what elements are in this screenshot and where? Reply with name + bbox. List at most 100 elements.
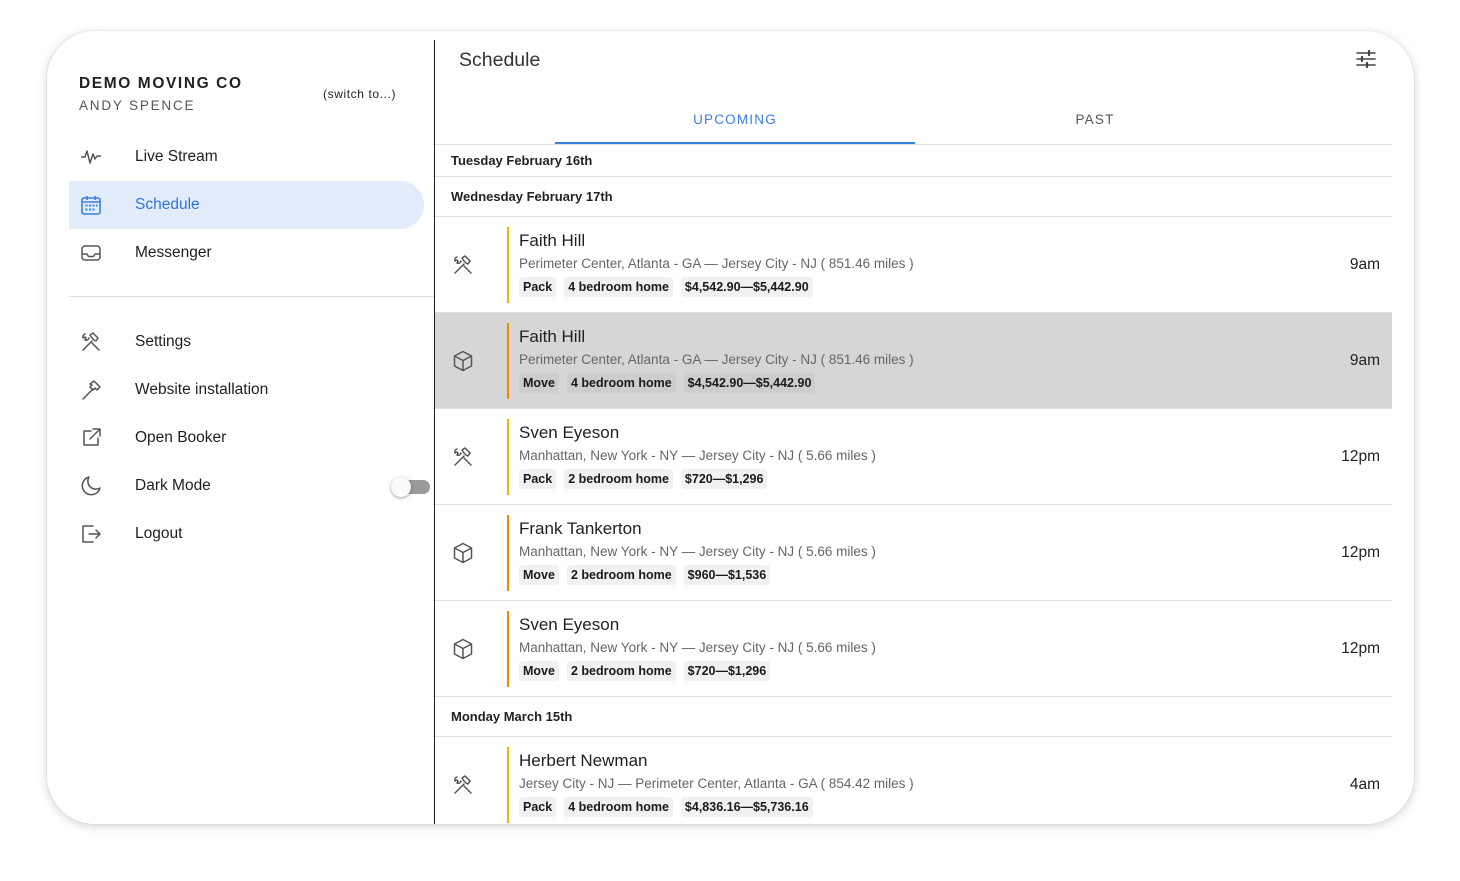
box-icon	[451, 349, 475, 373]
job-type-tag: Pack	[519, 797, 557, 817]
job-tags: Pack 4 bedroom home $4,542.90—$5,442.90	[519, 277, 813, 297]
home-size-tag: 4 bedroom home	[564, 277, 673, 297]
sidebar-item-label: Live Stream	[135, 148, 218, 165]
sliders-icon	[1354, 49, 1378, 75]
job-row[interactable]: Faith Hill Perimeter Center, Atlanta - GA…	[435, 217, 1392, 313]
customer-name: Faith Hill	[519, 231, 586, 250]
tools-icon	[451, 445, 475, 469]
job-time: 4am	[1349, 776, 1380, 793]
job-type-bar	[507, 611, 509, 687]
sidebar-item-settings[interactable]: Settings	[69, 318, 424, 366]
sidebar-item-label: Messenger	[135, 244, 212, 261]
moon-icon	[79, 474, 103, 498]
page-title: Schedule	[459, 49, 541, 71]
job-type-bar	[507, 323, 509, 399]
price-range-tag: $4,542.90—$5,442.90	[683, 373, 816, 393]
job-type-tag: Move	[519, 661, 559, 681]
sidebar-divider	[69, 296, 434, 297]
job-route: Manhattan, New York - NY — Jersey City -…	[519, 640, 876, 655]
sidebar-item-live-stream[interactable]: Live Stream	[69, 133, 424, 181]
switch-account-link[interactable]: (switch to...)	[323, 87, 396, 101]
filter-button[interactable]	[1354, 47, 1378, 71]
tab-indicator	[555, 142, 915, 144]
customer-name: Sven Eyeson	[519, 423, 620, 442]
job-row[interactable]: Sven Eyeson Manhattan, New York - NY — Je…	[435, 601, 1392, 697]
customer-name: Sven Eyeson	[519, 615, 620, 634]
job-row[interactable]: Herbert Newman Jersey City - NJ — Perimet…	[435, 737, 1392, 824]
toggle-knob	[391, 477, 411, 497]
job-time: 12pm	[1341, 448, 1380, 465]
home-size-tag: 4 bedroom home	[564, 797, 673, 817]
sidebar-item-messenger[interactable]: Messenger	[69, 229, 424, 277]
dark-mode-toggle[interactable]	[391, 477, 430, 497]
price-range-tag: $960—$1,536	[683, 565, 771, 585]
job-type-tag: Pack	[519, 277, 557, 297]
job-route: Manhattan, New York - NY — Jersey City -…	[519, 448, 876, 463]
inbox-icon	[79, 241, 103, 265]
job-time: 12pm	[1341, 640, 1380, 657]
hammer-icon	[79, 378, 103, 402]
job-type-tag: Move	[519, 565, 559, 585]
box-icon	[451, 637, 475, 661]
sidebar-item-open-booker[interactable]: Open Booker	[69, 414, 424, 462]
tools-icon	[451, 773, 475, 797]
job-tags: Pack 4 bedroom home $4,836.16—$5,736.16	[519, 797, 813, 817]
home-size-tag: 4 bedroom home	[566, 373, 676, 393]
job-tags: Move 4 bedroom home $4,542.90—$5,442.90	[519, 373, 816, 393]
schedule-list: Tuesday February 16th Wednesday February …	[435, 145, 1392, 824]
box-icon	[451, 541, 475, 565]
sidebar-item-label: Dark Mode	[135, 477, 211, 494]
price-range-tag: $4,836.16—$5,736.16	[680, 797, 813, 817]
home-size-tag: 2 bedroom home	[564, 469, 673, 489]
job-row[interactable]: Frank Tankerton Manhattan, New York - NY …	[435, 505, 1392, 601]
home-size-tag: 2 bedroom home	[566, 661, 676, 681]
customer-name: Faith Hill	[519, 327, 586, 346]
job-route: Jersey City - NJ — Perimeter Center, Atl…	[519, 776, 914, 791]
sidebar-item-logout[interactable]: Logout	[69, 510, 424, 558]
home-size-tag: 2 bedroom home	[566, 565, 676, 585]
sidebar-item-website-installation[interactable]: Website installation	[69, 366, 424, 414]
price-range-tag: $720—$1,296	[683, 661, 771, 681]
job-type-bar	[507, 419, 509, 495]
job-time: 9am	[1349, 256, 1380, 273]
logout-icon	[79, 522, 103, 546]
job-tags: Pack 2 bedroom home $720—$1,296	[519, 469, 768, 489]
sidebar-item-dark-mode[interactable]: Dark Mode	[69, 462, 430, 510]
tab-bar: UPCOMING PAST	[435, 95, 1392, 145]
sidebar-item-label: Logout	[135, 525, 183, 542]
tools-icon	[451, 253, 475, 277]
sidebar-item-label: Settings	[135, 333, 192, 350]
tools-icon	[79, 330, 103, 354]
tab-upcoming[interactable]: UPCOMING	[555, 95, 915, 144]
job-route: Manhattan, New York - NY — Jersey City -…	[519, 544, 876, 559]
external-link-icon	[79, 426, 103, 450]
job-type-tag: Move	[519, 373, 559, 393]
user-name: ANDY SPENCE	[79, 98, 196, 113]
sidebar-item-label: Schedule	[135, 196, 200, 213]
job-type-tag: Pack	[519, 469, 557, 489]
pulse-icon	[79, 145, 103, 169]
job-tags: Move 2 bedroom home $720—$1,296	[519, 661, 771, 681]
sidebar: DEMO MOVING CO ANDY SPENCE (switch to...…	[47, 31, 434, 824]
job-time: 9am	[1349, 352, 1380, 369]
sidebar-item-label: Website installation	[135, 381, 269, 398]
calendar-icon	[79, 193, 103, 217]
app-window: DEMO MOVING CO ANDY SPENCE (switch to...…	[47, 31, 1414, 824]
sidebar-item-schedule[interactable]: Schedule	[69, 181, 424, 229]
day-header: Wednesday February 17th	[435, 177, 1392, 217]
job-route: Perimeter Center, Atlanta - GA — Jersey …	[519, 352, 914, 367]
customer-name: Herbert Newman	[519, 751, 648, 770]
day-header: Monday March 15th	[435, 697, 1392, 737]
job-type-bar	[507, 227, 509, 303]
job-row[interactable]: Faith Hill Perimeter Center, Atlanta - GA…	[435, 313, 1392, 409]
company-name: DEMO MOVING CO	[79, 75, 243, 92]
customer-name: Frank Tankerton	[519, 519, 642, 538]
job-row[interactable]: Sven Eyeson Manhattan, New York - NY — Je…	[435, 409, 1392, 505]
price-range-tag: $720—$1,296	[680, 469, 768, 489]
price-range-tag: $4,542.90—$5,442.90	[680, 277, 813, 297]
day-header: Tuesday February 16th	[435, 145, 1392, 177]
job-type-bar	[507, 515, 509, 591]
main-panel: Schedule UPCOMING PAST Tuesday February …	[435, 31, 1392, 824]
sidebar-item-label: Open Booker	[135, 429, 227, 446]
tab-past[interactable]: PAST	[915, 95, 1275, 144]
